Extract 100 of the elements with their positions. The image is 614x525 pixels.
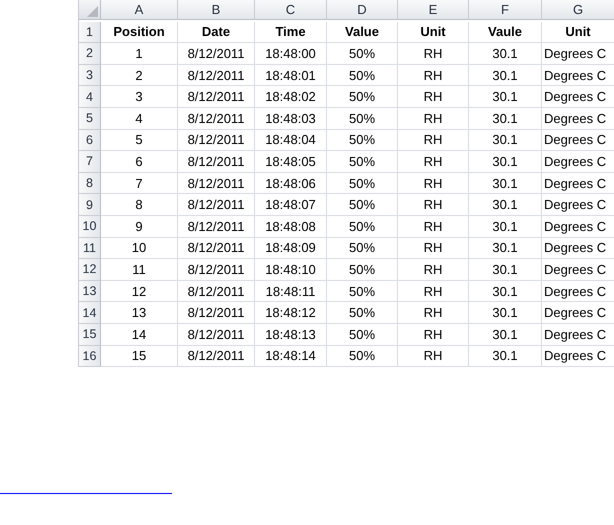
table-cell: 50% bbox=[327, 216, 398, 238]
table-cell: Degrees C bbox=[542, 86, 614, 108]
table-cell: 18:48:13 bbox=[255, 324, 327, 346]
row-header[interactable]: 11 bbox=[79, 238, 101, 260]
table-cell: RH bbox=[398, 346, 469, 368]
table-cell: 30.1 bbox=[469, 238, 542, 260]
row-header[interactable]: 12 bbox=[79, 259, 101, 281]
table-cell: 18:48:09 bbox=[255, 238, 327, 260]
table-cell: 2 bbox=[101, 64, 178, 86]
column-header[interactable]: G bbox=[542, 0, 614, 20]
row-header[interactable]: 5 bbox=[79, 108, 101, 130]
table-cell: Degrees C bbox=[542, 259, 614, 281]
row-header[interactable]: 10 bbox=[79, 216, 101, 238]
table-cell: Degrees C bbox=[542, 324, 614, 346]
table-cell: 18:48:12 bbox=[255, 302, 327, 324]
table-cell: Unit bbox=[398, 22, 469, 44]
row-header[interactable]: 3 bbox=[79, 64, 101, 86]
table-cell: Vaule bbox=[469, 22, 542, 44]
table-cell: RH bbox=[398, 151, 469, 173]
table-cell: 30.1 bbox=[469, 280, 542, 302]
select-all-icon[interactable] bbox=[87, 6, 98, 17]
table-cell: 8/12/2011 bbox=[178, 64, 255, 86]
column-header[interactable]: D bbox=[327, 0, 398, 20]
column-header[interactable]: A bbox=[101, 0, 178, 20]
table-cell: Degrees C bbox=[542, 151, 614, 173]
table-cell: 18:48:07 bbox=[255, 194, 327, 216]
table-cell: 30.1 bbox=[469, 86, 542, 108]
table-cell: Degrees C bbox=[542, 108, 614, 130]
table-cell: 50% bbox=[327, 43, 398, 65]
table-cell: Degrees C bbox=[542, 64, 614, 86]
row-header[interactable]: 13 bbox=[79, 280, 101, 302]
table-cell: 9 bbox=[101, 216, 178, 238]
table-cell: 13 bbox=[101, 302, 178, 324]
table-cell: Degrees C bbox=[542, 302, 614, 324]
table-cell: 30.1 bbox=[469, 43, 542, 65]
table-cell: 30.1 bbox=[469, 172, 542, 194]
table-cell: 18:48:00 bbox=[255, 43, 327, 65]
table-cell: 50% bbox=[327, 238, 398, 260]
table-cell: 30.1 bbox=[469, 130, 542, 152]
column-header[interactable]: E bbox=[398, 0, 469, 20]
table-cell: 11 bbox=[101, 259, 178, 281]
table-cell: RH bbox=[398, 64, 469, 86]
table-cell: RH bbox=[398, 302, 469, 324]
table-cell: 50% bbox=[327, 324, 398, 346]
table-cell: 50% bbox=[327, 346, 398, 368]
table-cell: 8/12/2011 bbox=[178, 324, 255, 346]
table-cell: 8/12/2011 bbox=[178, 302, 255, 324]
table-cell: 14 bbox=[101, 324, 178, 346]
table-cell: 50% bbox=[327, 194, 398, 216]
table-cell: 50% bbox=[327, 64, 398, 86]
table-cell: 18:48:10 bbox=[255, 259, 327, 281]
table-cell: RH bbox=[398, 43, 469, 65]
row-header[interactable]: 15 bbox=[79, 324, 101, 346]
column-header[interactable]: F bbox=[469, 0, 542, 20]
table-cell: 8/12/2011 bbox=[178, 151, 255, 173]
table-cell: 8/12/2011 bbox=[178, 86, 255, 108]
table-cell: RH bbox=[398, 194, 469, 216]
table-cell: 15 bbox=[101, 346, 178, 368]
table-cell: RH bbox=[398, 259, 469, 281]
table-cell: 30.1 bbox=[469, 216, 542, 238]
row-header[interactable]: 16 bbox=[79, 346, 101, 368]
table-cell: 50% bbox=[327, 302, 398, 324]
table-cell: 18:48:02 bbox=[255, 86, 327, 108]
table-cell: Time bbox=[255, 22, 327, 44]
row-header[interactable]: 9 bbox=[79, 194, 101, 216]
table-cell: 8/12/2011 bbox=[178, 172, 255, 194]
table-cell: 30.1 bbox=[469, 108, 542, 130]
table-cell: Degrees C bbox=[542, 130, 614, 152]
row-header[interactable]: 14 bbox=[79, 302, 101, 324]
table-cell: 50% bbox=[327, 86, 398, 108]
row-header[interactable]: 7 bbox=[79, 151, 101, 173]
table-cell: Value bbox=[327, 22, 398, 44]
table-cell: 30.1 bbox=[469, 64, 542, 86]
table-cell: Degrees C bbox=[542, 280, 614, 302]
row-header[interactable]: 6 bbox=[79, 130, 101, 152]
table-cell: 18:48:14 bbox=[255, 346, 327, 368]
table-cell: 50% bbox=[327, 259, 398, 281]
table-cell: 8/12/2011 bbox=[178, 216, 255, 238]
table-cell: 8/12/2011 bbox=[178, 238, 255, 260]
table-cell: 50% bbox=[327, 108, 398, 130]
table-cell: 18:48:11 bbox=[255, 280, 327, 302]
table-cell: 10 bbox=[101, 238, 178, 260]
row-header[interactable]: 2 bbox=[79, 43, 101, 65]
table-cell: 50% bbox=[327, 172, 398, 194]
table-cell: 8/12/2011 bbox=[178, 130, 255, 152]
column-header[interactable]: C bbox=[255, 0, 327, 20]
table-cell: 18:48:06 bbox=[255, 172, 327, 194]
table-cell: Degrees C bbox=[542, 194, 614, 216]
table-cell: 6 bbox=[101, 151, 178, 173]
table-cell: 8/12/2011 bbox=[178, 346, 255, 368]
table-cell: 18:48:03 bbox=[255, 108, 327, 130]
column-header[interactable]: B bbox=[178, 0, 255, 20]
table-cell: Degrees C bbox=[542, 346, 614, 368]
row-header[interactable]: 1 bbox=[79, 22, 101, 44]
row-header[interactable]: 4 bbox=[79, 86, 101, 108]
table-cell: 18:48:04 bbox=[255, 130, 327, 152]
table-cell: 50% bbox=[327, 280, 398, 302]
row-header[interactable]: 8 bbox=[79, 172, 101, 194]
table-cell: 4 bbox=[101, 108, 178, 130]
table-cell: 5 bbox=[101, 130, 178, 152]
